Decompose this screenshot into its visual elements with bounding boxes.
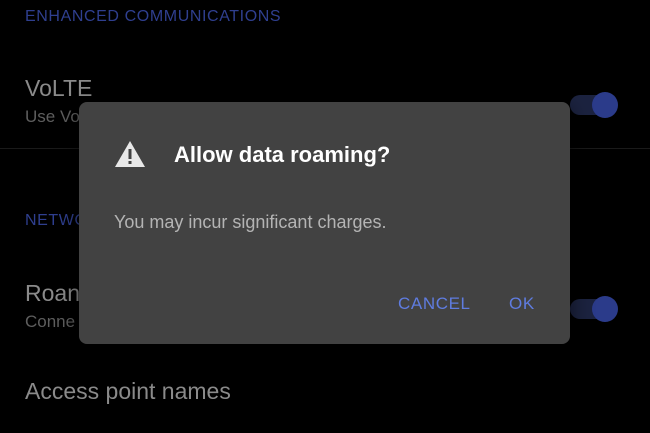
volte-summary: Use Vo [25, 107, 80, 126]
cancel-button[interactable]: CANCEL [398, 294, 471, 314]
volte-toggle[interactable] [570, 88, 622, 122]
ok-button[interactable]: OK [509, 294, 535, 314]
section-header-enhanced-communications: ENHANCED COMMUNICATIONS [25, 8, 282, 25]
roaming-dialog: Allow data roaming? You may incur signif… [79, 102, 570, 344]
dialog-message: You may incur significant charges. [114, 212, 387, 232]
roaming-title[interactable]: Roan [25, 280, 80, 307]
volte-title[interactable]: VoLTE [25, 75, 92, 102]
roaming-toggle[interactable] [570, 292, 622, 326]
roaming-toggle-thumb [592, 296, 618, 322]
volte-toggle-thumb [592, 92, 618, 118]
dialog-title: Allow data roaming? [174, 142, 391, 167]
settings-screen: ENHANCED COMMUNICATIONS VoLTE Use Vo NET… [0, 0, 650, 433]
access-point-names-item[interactable]: Access point names [25, 378, 231, 405]
warning-triangle-icon [115, 141, 145, 167]
roaming-summary: Conne [25, 312, 76, 331]
